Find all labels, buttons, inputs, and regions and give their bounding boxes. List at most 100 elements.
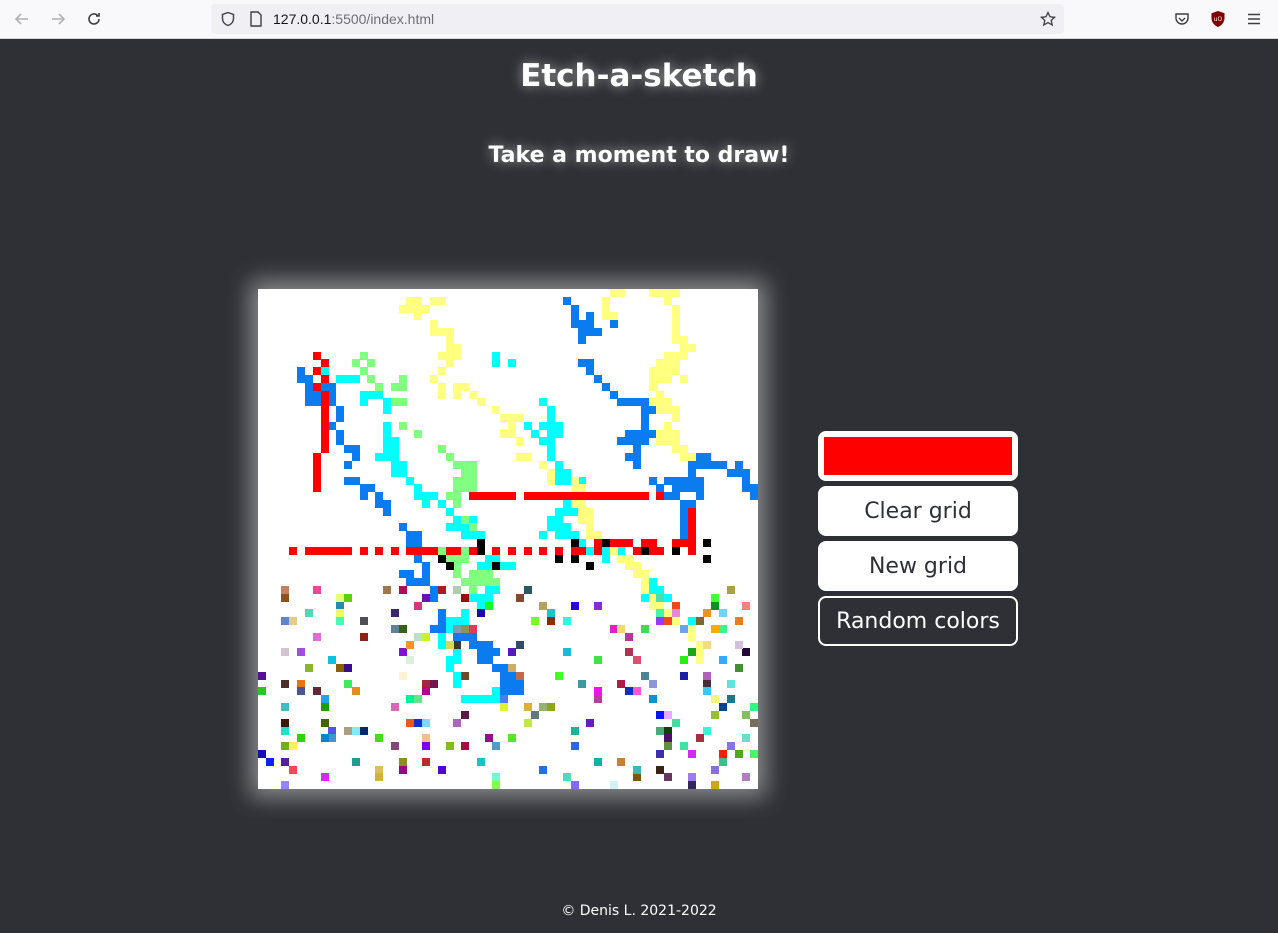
grid-cell[interactable] — [672, 328, 681, 337]
grid-cell[interactable] — [468, 624, 477, 633]
grid-cell[interactable] — [336, 593, 345, 602]
grid-cell[interactable] — [328, 390, 337, 399]
grid-cell[interactable] — [336, 617, 345, 626]
grid-cell[interactable] — [672, 312, 681, 321]
grid-cell[interactable] — [304, 374, 313, 383]
grid-cell[interactable] — [570, 726, 579, 735]
grid-cell[interactable] — [554, 523, 563, 532]
grid-cell[interactable] — [562, 648, 571, 657]
grid-cell[interactable] — [625, 453, 634, 462]
grid-cell[interactable] — [640, 671, 649, 680]
grid-cell[interactable] — [687, 749, 696, 758]
grid-cell[interactable] — [648, 406, 657, 415]
grid-cell[interactable] — [453, 499, 462, 508]
grid-cell[interactable] — [461, 632, 470, 641]
grid-cell[interactable] — [258, 749, 266, 758]
grid-cell[interactable] — [664, 351, 673, 360]
grid-cell[interactable] — [687, 515, 696, 524]
grid-cell[interactable] — [343, 593, 352, 602]
grid-cell[interactable] — [750, 703, 758, 712]
grid-cell[interactable] — [383, 453, 391, 462]
grid-cell[interactable] — [461, 382, 470, 391]
grid-cell[interactable] — [679, 335, 688, 344]
grid-cell[interactable] — [383, 429, 391, 438]
grid-cell[interactable] — [406, 296, 415, 305]
grid-cell[interactable] — [593, 546, 602, 555]
grid-cell[interactable] — [547, 414, 556, 422]
grid-cell[interactable] — [390, 382, 399, 391]
grid-cell[interactable] — [484, 578, 493, 587]
grid-cell[interactable] — [336, 437, 345, 446]
grid-cell[interactable] — [414, 632, 423, 641]
grid-cell[interactable] — [625, 554, 634, 563]
grid-cell[interactable] — [343, 476, 352, 485]
grid-cell[interactable] — [656, 359, 665, 368]
grid-cell[interactable] — [281, 593, 290, 602]
grid-cell[interactable] — [656, 609, 665, 618]
grid-cell[interactable] — [328, 421, 337, 430]
grid-cell[interactable] — [586, 515, 595, 524]
grid-cell[interactable] — [656, 374, 665, 383]
grid-cell[interactable] — [343, 546, 352, 555]
grid-cell[interactable] — [687, 781, 696, 789]
grid-cell[interactable] — [390, 609, 399, 618]
grid-cell[interactable] — [320, 734, 329, 743]
grid-cell[interactable] — [711, 765, 720, 774]
grid-cell[interactable] — [398, 570, 407, 579]
grid-cell[interactable] — [617, 289, 626, 297]
grid-cell[interactable] — [679, 523, 688, 532]
grid-cell[interactable] — [554, 546, 563, 555]
grid-cell[interactable] — [437, 296, 446, 305]
grid-cell[interactable] — [383, 437, 391, 446]
grid-cell[interactable] — [312, 687, 321, 696]
grid-cell[interactable] — [679, 656, 688, 665]
grid-cell[interactable] — [359, 726, 368, 735]
grid-cell[interactable] — [625, 398, 634, 407]
grid-cell[interactable] — [336, 414, 345, 422]
grid-cell[interactable] — [539, 437, 548, 446]
grid-cell[interactable] — [586, 312, 595, 321]
grid-cell[interactable] — [297, 687, 306, 696]
grid-cell[interactable] — [648, 398, 657, 407]
grid-cell[interactable] — [570, 476, 579, 485]
grid-cell[interactable] — [453, 585, 462, 594]
grid-cell[interactable] — [687, 632, 696, 641]
grid-cell[interactable] — [656, 289, 665, 297]
grid-cell[interactable] — [414, 718, 423, 727]
grid-cell[interactable] — [640, 406, 649, 415]
grid-cell[interactable] — [453, 351, 462, 360]
grid-cell[interactable] — [453, 484, 462, 493]
grid-cell[interactable] — [664, 476, 673, 485]
grid-cell[interactable] — [508, 414, 516, 422]
grid-cell[interactable] — [297, 374, 306, 383]
grid-cell[interactable] — [703, 679, 712, 688]
grid-cell[interactable] — [742, 476, 751, 485]
grid-cell[interactable] — [453, 343, 462, 352]
grid-cell[interactable] — [297, 367, 306, 376]
grid-cell[interactable] — [508, 492, 516, 501]
grid-cell[interactable] — [633, 656, 641, 665]
grid-cell[interactable] — [437, 328, 446, 337]
grid-cell[interactable] — [640, 539, 649, 547]
grid-cell[interactable] — [570, 742, 579, 751]
grid-cell[interactable] — [695, 484, 704, 493]
color-picker[interactable] — [818, 431, 1018, 481]
grid-cell[interactable] — [414, 296, 423, 305]
grid-cell[interactable] — [320, 374, 329, 383]
grid-cell[interactable] — [742, 484, 751, 493]
grid-cell[interactable] — [609, 539, 618, 547]
grid-cell[interactable] — [586, 328, 595, 337]
grid-cell[interactable] — [312, 351, 321, 360]
grid-cell[interactable] — [281, 726, 290, 735]
grid-cell[interactable] — [609, 781, 618, 789]
grid-cell[interactable] — [398, 382, 407, 391]
grid-cell[interactable] — [359, 367, 368, 376]
grid-cell[interactable] — [320, 445, 329, 454]
grid-cell[interactable] — [422, 562, 431, 571]
grid-cell[interactable] — [390, 742, 399, 751]
grid-cell[interactable] — [648, 578, 657, 587]
grid-cell[interactable] — [515, 593, 524, 602]
grid-cell[interactable] — [633, 687, 641, 696]
grid-cell[interactable] — [562, 523, 571, 532]
grid-cell[interactable] — [617, 679, 626, 688]
